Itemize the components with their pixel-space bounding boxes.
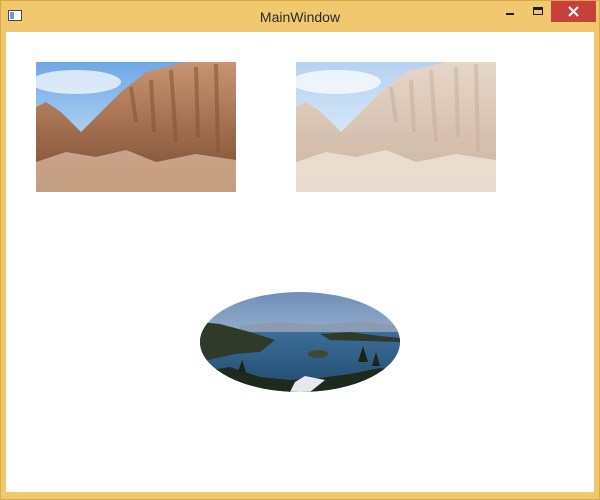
- canyon-photo-faded: [296, 62, 496, 192]
- canyon-photo-graphic: [36, 62, 236, 192]
- close-button[interactable]: [551, 1, 596, 22]
- close-icon: [568, 6, 579, 17]
- minimize-button[interactable]: [497, 1, 523, 22]
- title-bar[interactable]: MainWindow: [1, 1, 599, 32]
- canyon-photo-faded-graphic: [296, 62, 496, 192]
- canyon-photo: [36, 62, 236, 192]
- lake-photo-ellipse: [200, 292, 400, 392]
- lake-photo-graphic: [200, 292, 400, 392]
- maximize-button[interactable]: [525, 1, 551, 22]
- client-area: [6, 32, 594, 492]
- main-window: MainWindow: [0, 0, 600, 500]
